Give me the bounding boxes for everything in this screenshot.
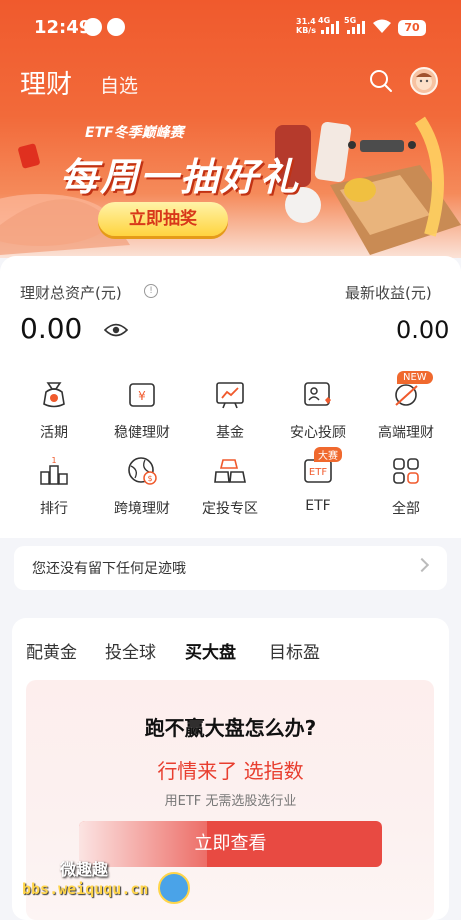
page-title[interactable]: 理财 [20,64,72,101]
earnings-value: 0.00 [396,316,450,344]
grid-item-label: 活期 [40,425,68,441]
qq-app-icon [84,18,102,36]
total-assets-value: 0.00 [20,312,83,345]
net-rate-value: 31.4 [296,17,316,26]
chart-board-icon [216,382,244,409]
yen-wallet-icon: ¥ [129,383,155,407]
total-assets-label: 理财总资产(元) [20,284,122,302]
grid-item-crossborder[interactable]: $ 跨境理财 [100,454,184,518]
grid-item-etf[interactable]: ETF ETF [276,454,360,514]
search-icon[interactable] [368,68,394,94]
globe-dollar-icon: $ [128,457,157,485]
grid-item-label: 全部 [392,501,420,517]
banner-subtitle: ETF冬季巅峰赛 [85,125,184,141]
footprint-row[interactable]: 您还没有留下任何足迹哦 [14,546,447,590]
svg-text:1: 1 [51,456,56,465]
grid-all-icon [393,458,419,484]
tab-gold[interactable]: 配黄金 [26,638,77,663]
grid-item-label: 跨境理财 [114,501,170,517]
grid-item-premium[interactable]: 高端理财 [364,378,448,442]
signal-bars-1-icon [321,20,339,34]
grid-item-current[interactable]: 活期 [12,378,96,442]
watermark-logo-icon [158,872,190,904]
footprint-text: 您还没有留下任何足迹哦 [32,561,186,577]
grid-item-label: 高端理财 [378,425,434,441]
banner-title: 每周一抽好礼 [60,155,301,199]
advisor-icon [304,382,331,406]
grid-item-steady[interactable]: ¥ 稳健理财 [100,378,184,442]
grid-item-label: 安心投顾 [290,425,346,441]
message-app-icon [107,18,125,36]
podium-icon: 1 [40,456,68,485]
grid-item-all[interactable]: 全部 [364,454,448,518]
avatar-face-icon [416,73,432,90]
battery-icon: 70 [398,20,426,36]
promo-question: 跑不赢大盘怎么办? [144,716,317,740]
watermark-url: bbs.weiququ.cn [22,880,149,898]
svg-text:¥: ¥ [138,389,146,403]
earnings-label: 最新收益(元) [345,284,432,302]
grid-item-advisor[interactable]: 安心投顾 [276,378,360,442]
grid-item-ranking[interactable]: 1 排行 [12,454,96,518]
grid-item-label: 定投专区 [202,501,258,517]
watermark-title: 微趣趣 [60,860,109,879]
tab-index[interactable]: 买大盘 [185,638,236,663]
tab-watchlist[interactable]: 自选 [100,71,138,98]
signal-bars-2-icon [347,20,365,34]
svg-text:ETF: ETF [309,467,327,478]
promo-subtext: 用ETF 无需选股选行业 [164,794,297,809]
grid-item-label: 排行 [40,501,68,517]
status-bar: 12:49 31.4 KB/s 4G 5G 70 [0,0,461,56]
network-rate: 31.4 KB/s [296,17,316,35]
grid-item-dca[interactable]: 定投专区 [188,454,272,518]
new-badge: NEW [397,371,433,384]
grid-item-label: ETF [305,498,331,514]
chevron-right-icon [414,557,430,573]
tab-target[interactable]: 目标盈 [269,638,320,663]
eye-icon[interactable] [104,322,128,338]
grid-item-label: 基金 [216,425,244,441]
moneybag-icon [43,382,65,408]
grid-item-fund[interactable]: 基金 [188,378,272,442]
tab-global[interactable]: 投全球 [105,638,156,663]
grid-item-label: 稳健理财 [114,425,170,441]
avatar[interactable] [410,67,438,95]
gold-bars-icon [214,459,246,483]
net-rate-unit: KB/s [296,26,316,35]
promo-highlight: 行情来了 选指数 [157,759,304,783]
info-icon[interactable]: ! [144,284,158,298]
lucky-draw-button[interactable]: 立即抽奖 [98,202,228,236]
wifi-icon [373,19,391,33]
status-time: 12:49 [34,17,92,38]
contest-badge: 大赛 [314,447,342,462]
svg-text:$: $ [147,474,152,483]
